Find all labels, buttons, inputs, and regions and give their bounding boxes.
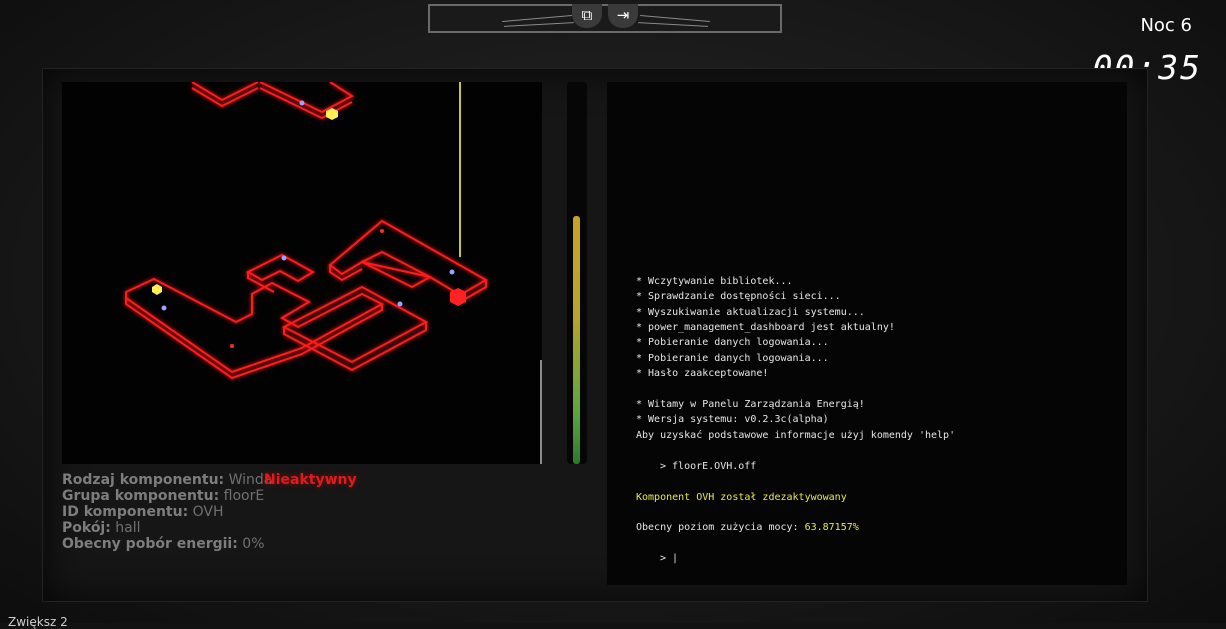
- map-wall: [191, 82, 259, 102]
- terminal-prompt[interactable]: > |: [660, 553, 678, 564]
- camera-node[interactable]: [281, 255, 287, 261]
- terminal-usage-line: Obecny poziom zużycia mocy: 63.87157%: [636, 522, 859, 533]
- top-toolbar: ⧉ ⇥: [428, 4, 782, 33]
- exit-icon[interactable]: ⇥: [608, 4, 638, 28]
- terminal-line: * Hasło zaakceptowane!: [636, 368, 769, 379]
- toolbar-decor-line: [640, 14, 710, 23]
- type-label: Rodzaj komponentu:: [62, 472, 225, 488]
- usage-prefix: Obecny poziom zużycia mocy:: [636, 522, 805, 533]
- id-label: ID komponentu:: [62, 504, 189, 520]
- info-row-room: Pokój: hall: [62, 520, 272, 536]
- usage-value: 63.87157%: [804, 522, 859, 533]
- terminal-line: * Sprawdzanie dostępności sieci...: [636, 291, 841, 302]
- room-value: hall: [115, 520, 141, 536]
- power-meter-fill: [573, 215, 580, 464]
- camera-node[interactable]: [449, 269, 455, 275]
- floor-map-drawing: [125, 82, 489, 380]
- toolbar-decor-line: [638, 22, 708, 27]
- power-meter: [567, 82, 587, 464]
- component-marker[interactable]: [152, 284, 162, 295]
- power-value: 0%: [242, 536, 265, 552]
- map-wall: [191, 87, 259, 108]
- terminal-line: * Pobieranie danych logowania...: [636, 337, 829, 348]
- terminal[interactable]: * Wczytywanie bibliotek... * Sprawdzanie…: [607, 82, 1127, 585]
- terminal-line: Aby uzyskać podstawowe informacje użyj k…: [636, 430, 956, 441]
- terminal-line: * Wyszukiwanie aktualizacji systemu...: [636, 307, 865, 318]
- terminal-line: * Wersja systemu: v0.2.3c(alpha): [636, 414, 829, 425]
- camera-node[interactable]: [397, 301, 403, 307]
- group-value: floorE: [223, 488, 265, 504]
- terminal-command: > floorE.OVH.off: [660, 461, 757, 472]
- info-row-power: Obecny pobór energii: 0%: [62, 536, 272, 552]
- night-label: Noc 6: [1140, 15, 1192, 36]
- camera-node[interactable]: [161, 305, 167, 311]
- map-wall: [259, 82, 354, 114]
- map-scrollbar[interactable]: [540, 360, 542, 464]
- toolbar-decor-line: [502, 14, 572, 23]
- terminal-line: * Pobieranie danych logowania...: [636, 353, 829, 364]
- camera-node[interactable]: [299, 100, 305, 106]
- terminal-line: * Wczytywanie bibliotek...: [636, 276, 793, 287]
- map-node: [380, 229, 384, 233]
- map-wall: [245, 253, 316, 283]
- copy-window-icon[interactable]: ⧉: [572, 4, 602, 28]
- terminal-line: * Witamy w Panelu Zarządzania Energią!: [636, 399, 865, 410]
- group-label: Grupa komponentu:: [62, 488, 220, 504]
- component-info-panel: Rodzaj komponentu: Winda Grupa komponent…: [62, 472, 272, 552]
- power-label: Obecny pobór energii:: [62, 536, 238, 552]
- footer-hint: Zwiększ 2: [8, 615, 68, 629]
- info-row-type: Rodzaj komponentu: Winda: [62, 472, 272, 488]
- component-status-badge: Nieaktywny: [264, 472, 357, 488]
- map-node: [230, 344, 234, 348]
- map-wall: [283, 322, 427, 372]
- id-value: OVH: [192, 504, 224, 520]
- info-row-id: ID komponentu: OVH: [62, 504, 272, 520]
- info-row-group: Grupa komponentu: floorE: [62, 488, 272, 504]
- room-label: Pokój:: [62, 520, 111, 536]
- terminal-result: Komponent OVH został zdezaktywowany: [636, 492, 847, 503]
- floor-map[interactable]: [62, 82, 542, 464]
- toolbar-decor-line: [504, 22, 574, 27]
- terminal-line: * power_management_dashboard jest aktual…: [636, 322, 895, 333]
